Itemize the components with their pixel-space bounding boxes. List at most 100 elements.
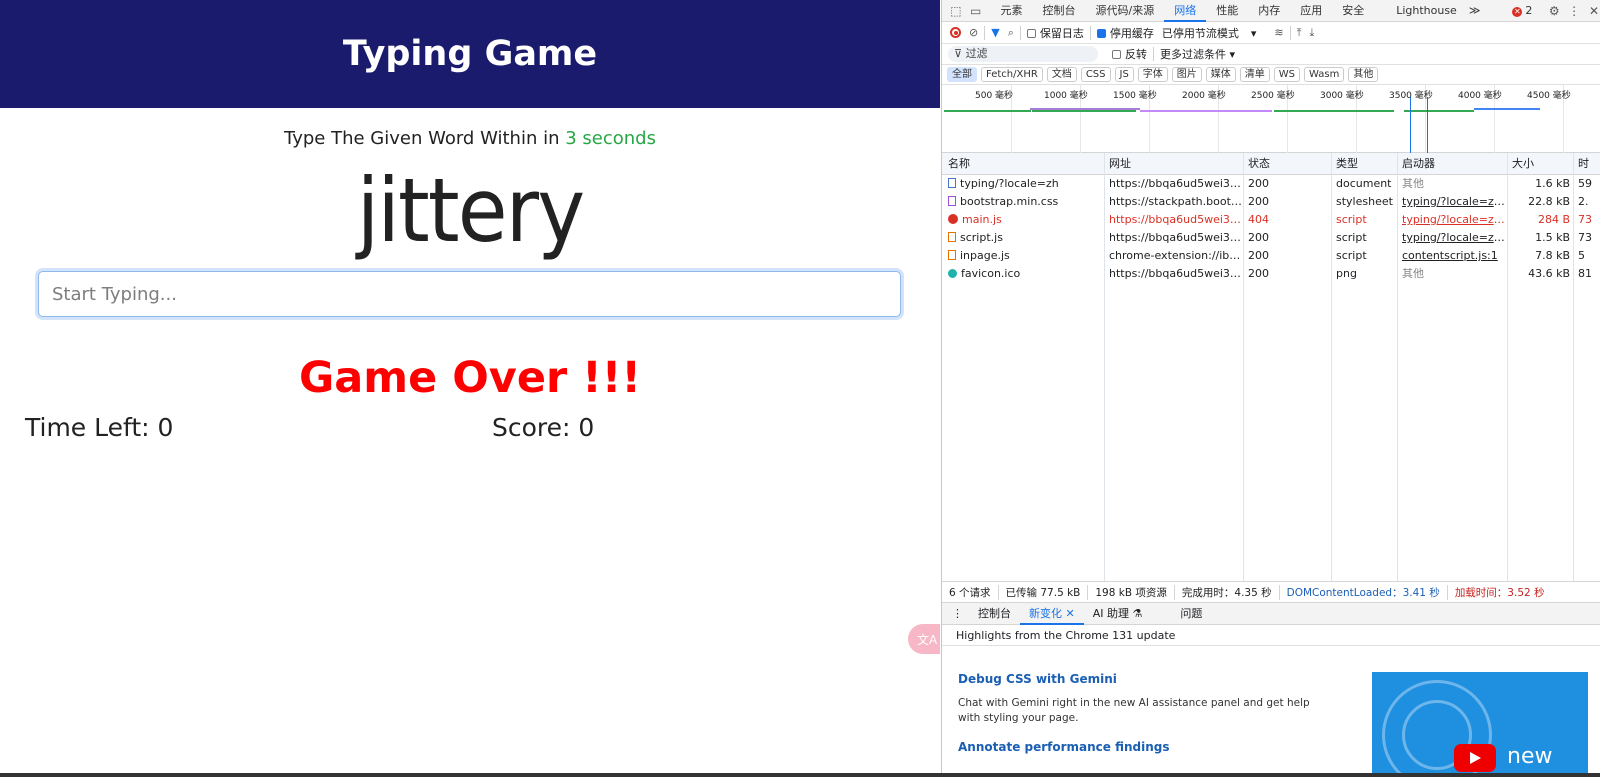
throttling-select[interactable]: 已停用节流模式 ▾ — [1162, 25, 1257, 41]
disable-cache-checkbox[interactable]: 停用缓存 — [1096, 25, 1154, 41]
whats-new-item-text: Chat with Gemini right in the new AI ass… — [958, 697, 1310, 724]
translate-button[interactable]: 文A — [908, 624, 940, 654]
cell-url: https://bbqa6ud5wei3v6c... — [1109, 231, 1243, 244]
tab-application[interactable]: 应用 — [1290, 0, 1332, 22]
type-filter-doc[interactable]: 文档 — [1046, 67, 1077, 82]
column-header-type[interactable]: 类型 — [1336, 155, 1398, 172]
type-filter-css[interactable]: CSS — [1080, 67, 1111, 82]
cell-name: main.js — [948, 211, 1103, 228]
cell-initiator[interactable]: typing/?locale=zh:89 — [1402, 229, 1506, 246]
device-toolbar-icon[interactable]: ▭ — [970, 4, 982, 18]
whats-new-item-title[interactable]: Debug CSS with Gemini — [958, 672, 1117, 686]
tab-network[interactable]: 网络 — [1164, 0, 1207, 22]
request-count: 6 个请求 — [942, 584, 999, 600]
filter-icon[interactable]: ▼ — [991, 26, 999, 39]
cell-type: script — [1336, 213, 1367, 226]
tab-lighthouse[interactable]: Lighthouse — [1386, 0, 1467, 22]
cell-status: 200 — [1248, 231, 1269, 244]
cell-type: stylesheet — [1336, 195, 1393, 208]
tab-performance[interactable]: 性能 — [1206, 0, 1248, 22]
cell-time: 2. — [1578, 195, 1589, 208]
whats-new-video-thumbnail[interactable]: new — [1372, 672, 1588, 777]
dom-content-loaded: DOMContentLoaded：3.41 秒 — [1280, 584, 1448, 600]
type-filter-font[interactable]: 字体 — [1137, 67, 1168, 82]
whats-new-headline: Highlights from the Chrome 131 update — [942, 625, 1600, 646]
table-row[interactable]: script.js https://bbqa6ud5wei3v6c... 200 sc… — [942, 229, 1600, 247]
column-header-url[interactable]: 网址 — [1109, 155, 1243, 172]
type-filter-all[interactable]: 全部 — [947, 67, 977, 82]
table-row[interactable]: main.js https://bbqa6ud5wei3v6c... 404 scri… — [942, 211, 1600, 229]
game-over-message: Game Over !!! — [298, 353, 641, 403]
table-row[interactable]: inpage.js chrome-extension://ibjflp... 200… — [942, 247, 1600, 265]
table-row[interactable]: favicon.ico https://bbqa6ud5wei3v6c... 200… — [942, 265, 1600, 283]
drawer-tab-whats-new-label: 新变化 — [1029, 606, 1062, 620]
more-filters-dropdown[interactable]: 更多过滤条件 ▾ — [1160, 46, 1235, 62]
cell-name: bootstrap.min.css — [948, 193, 1103, 210]
preserve-log-label: 保留日志 — [1039, 26, 1084, 40]
column-header-initiator[interactable]: 启动器 — [1402, 155, 1506, 172]
filter-input[interactable]: ⊽ 过滤 — [948, 46, 1098, 62]
table-row[interactable]: bootstrap.min.css https://stackpath.boots… — [942, 193, 1600, 211]
error-icon: ✕ — [1512, 7, 1523, 17]
close-icon[interactable]: ✕ — [1588, 4, 1600, 18]
cell-initiator[interactable]: typing/?locale=zh:18 — [1402, 193, 1506, 210]
network-overview-timeline[interactable]: 500 毫秒 1000 毫秒 1500 毫秒 2000 毫秒 2500 毫秒 3000 毫… — [942, 85, 1600, 153]
type-filter-ws[interactable]: WS — [1273, 67, 1301, 82]
cell-size: 1.6 kB — [1535, 177, 1570, 190]
search-icon[interactable]: ⌕ — [1008, 26, 1014, 40]
divider — [1153, 47, 1154, 61]
network-conditions-icon[interactable]: ≋ — [1274, 26, 1283, 39]
column-header-name[interactable]: 名称 — [948, 155, 1103, 172]
divider — [984, 25, 986, 40]
request-name: inpage.js — [960, 249, 1010, 262]
record-icon[interactable] — [950, 27, 961, 38]
type-filter-wasm[interactable]: Wasm — [1304, 67, 1345, 82]
devtools-panel: ⬚ ▭ 元素 控制台 源代码/来源 网络 性能 内存 应用 安全 Lightho… — [941, 0, 1600, 777]
clear-icon[interactable]: ⊘ — [969, 26, 978, 39]
invert-checkbox[interactable]: 反转 — [1112, 46, 1147, 62]
column-header-status[interactable]: 状态 — [1248, 155, 1332, 172]
js-file-icon — [948, 232, 956, 242]
more-options-icon[interactable]: ⋮ — [1568, 4, 1580, 18]
drawer-tab-issues[interactable]: 问题 — [1171, 603, 1211, 625]
cell-time: 81 — [1578, 267, 1592, 280]
type-filter-js[interactable]: JS — [1114, 67, 1134, 82]
whats-new-item-title[interactable]: Annotate performance findings — [958, 740, 1170, 754]
preserve-log-checkbox[interactable]: 保留日志 — [1026, 25, 1084, 41]
cell-initiator[interactable]: contentscript.js:1 — [1402, 247, 1506, 264]
tab-elements[interactable]: 元素 — [990, 0, 1032, 22]
settings-icon[interactable]: ⚙ — [1548, 4, 1560, 18]
cell-initiator[interactable]: typing/?locale=zh:85 — [1402, 211, 1506, 228]
cell-size: 22.8 kB — [1528, 195, 1570, 208]
column-header-time[interactable]: 时 — [1578, 155, 1600, 172]
drawer-tab-console[interactable]: 控制台 — [969, 603, 1020, 625]
export-har-icon[interactable]: ⤓ — [1309, 26, 1314, 40]
tab-console[interactable]: 控制台 — [1032, 0, 1085, 22]
typing-input[interactable] — [38, 271, 901, 317]
drawer-tab-ai-assistance[interactable]: AI 助理 ⚗ — [1084, 603, 1152, 625]
type-filter-other[interactable]: 其他 — [1348, 67, 1379, 82]
type-filter-img[interactable]: 图片 — [1171, 67, 1202, 82]
table-row[interactable]: typing/?locale=zh https://bbqa6ud5wei3v6c… — [942, 175, 1600, 193]
throttling-value: 已停用节流模式 — [1161, 26, 1239, 40]
tab-memory[interactable]: 内存 — [1248, 0, 1290, 22]
import-har-icon[interactable]: ⤒ — [1297, 26, 1302, 40]
more-tabs-icon[interactable]: ≫ — [1467, 0, 1483, 22]
network-request-table: 名称 网址 状态 类型 启动器 大小时 typing/?locale=zh https://… — [942, 153, 1600, 581]
drawer-menu-icon[interactable]: ⋮ — [942, 607, 969, 620]
drawer-tab-whats-new[interactable]: 新变化 ✕ — [1020, 603, 1084, 625]
column-header-size[interactable]: 大小 — [1512, 155, 1572, 172]
type-filter-manifest[interactable]: 清单 — [1239, 67, 1270, 82]
tab-security[interactable]: 安全 — [1332, 0, 1374, 22]
type-filter-media[interactable]: 媒体 — [1205, 67, 1236, 82]
close-tab-icon[interactable]: ✕ — [1066, 607, 1075, 620]
type-filter-fetch-xhr[interactable]: Fetch/XHR — [981, 67, 1043, 82]
divider — [1019, 25, 1021, 40]
cell-url: https://bbqa6ud5wei3v6c... — [1109, 177, 1243, 190]
tab-sources[interactable]: 源代码/来源 — [1085, 0, 1164, 22]
error-count-badge[interactable]: ✕ 2 — [1512, 4, 1532, 17]
inspect-element-icon[interactable]: ⬚ — [950, 4, 962, 18]
timeline-request-bar — [1032, 110, 1136, 112]
cell-url: chrome-extension://ibjflp... — [1109, 249, 1243, 262]
load-time: 加载时间：3.52 秒 — [1454, 586, 1545, 599]
